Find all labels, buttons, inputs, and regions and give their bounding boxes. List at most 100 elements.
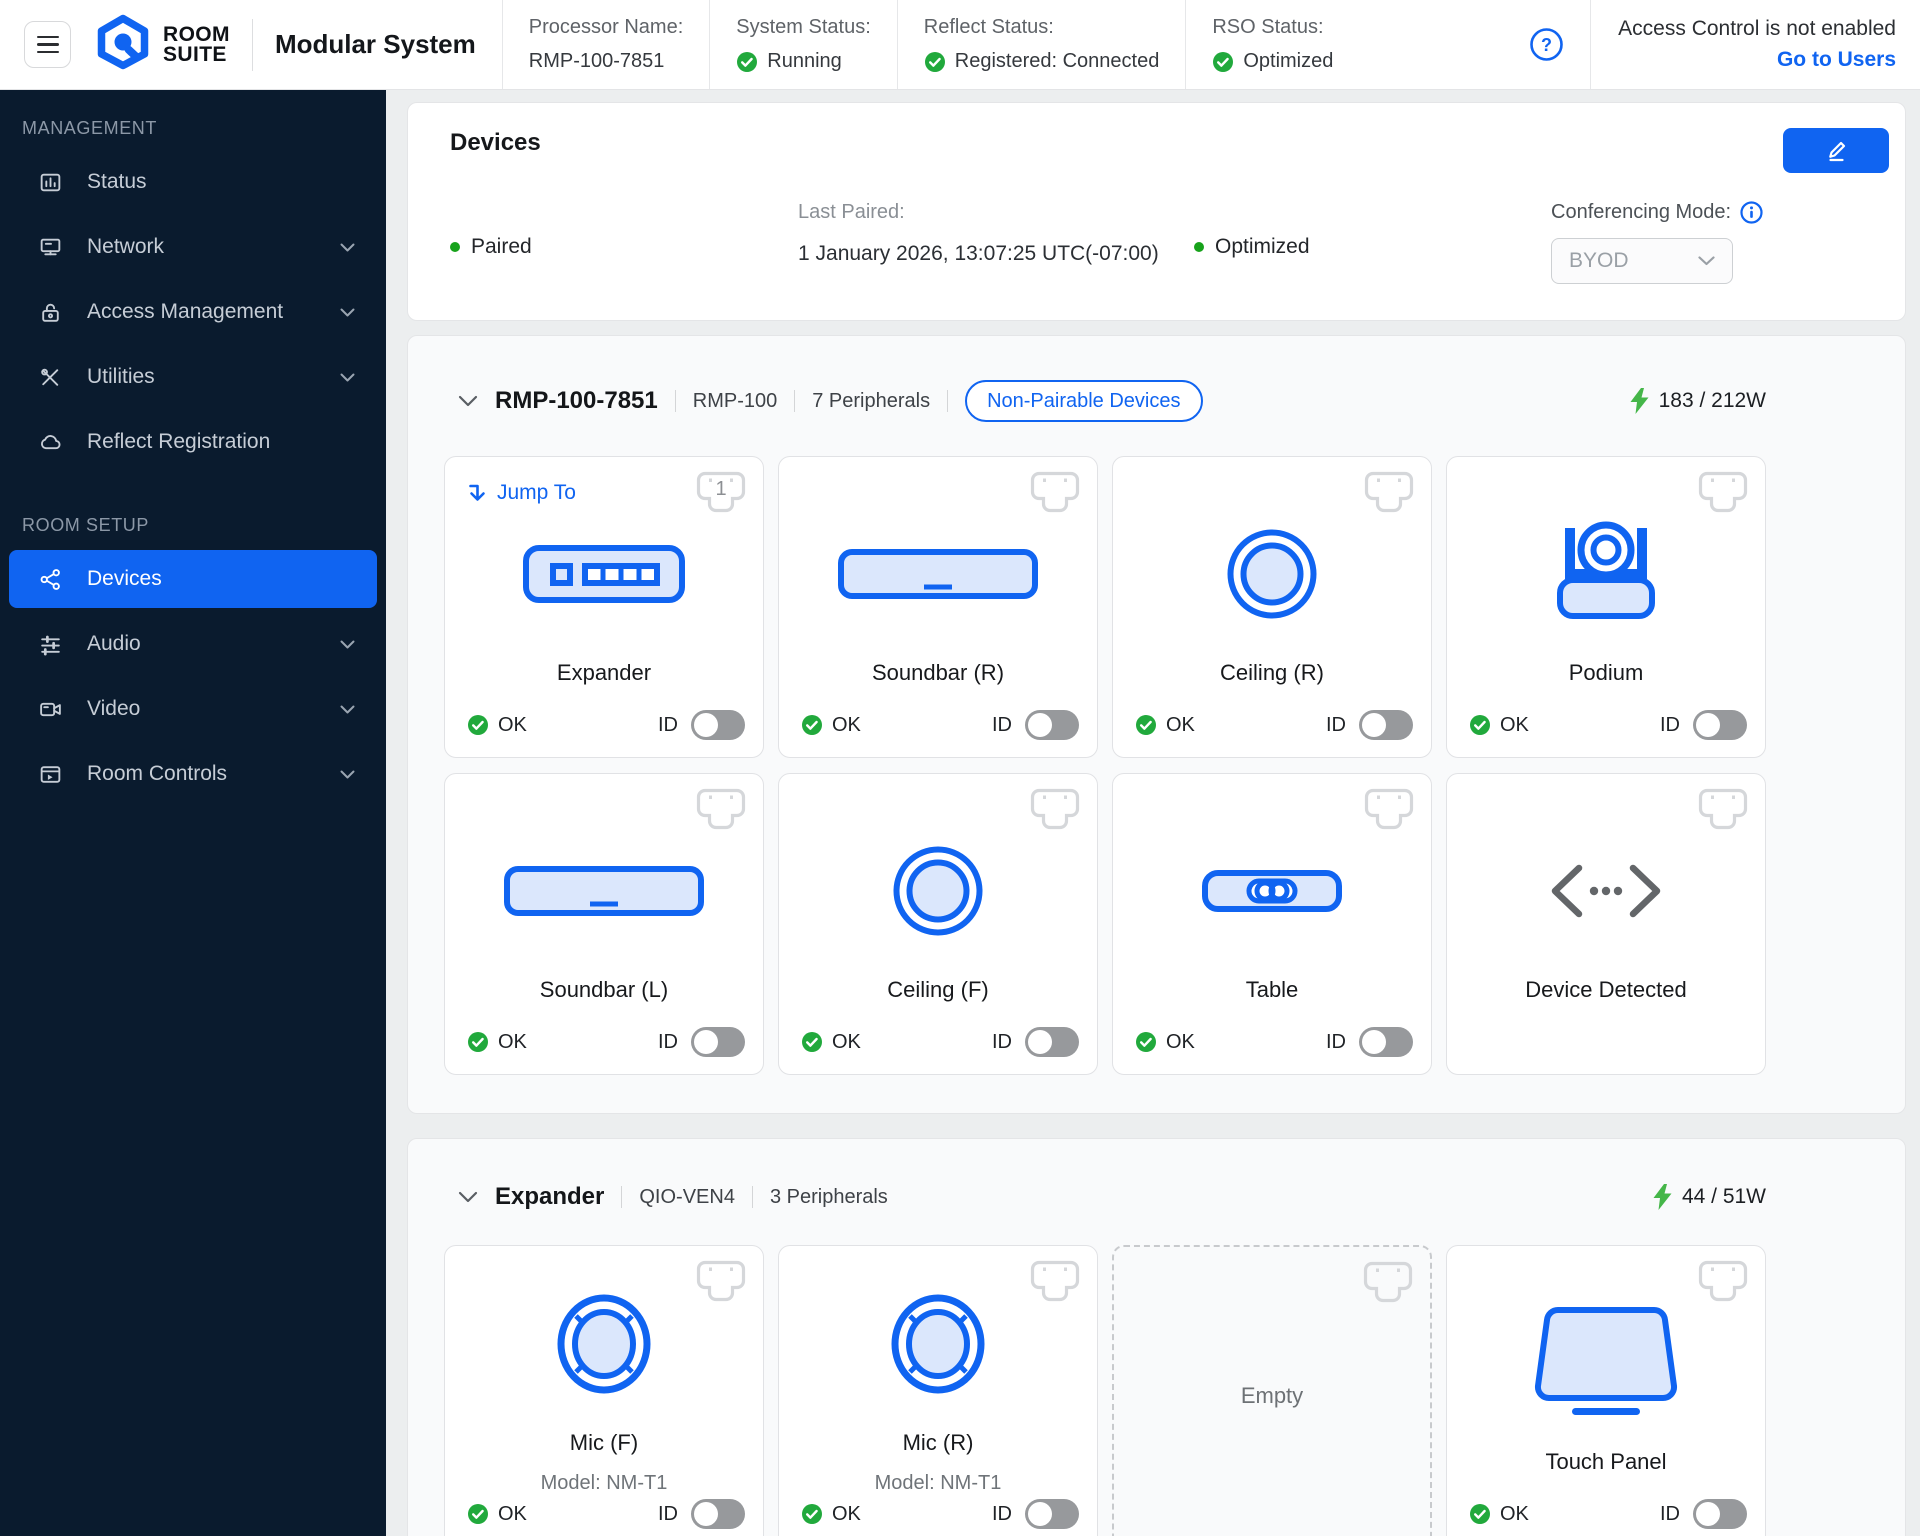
chevron-down-icon [340, 705, 355, 714]
device-card-ceiling-r[interactable]: Ceiling (R) OK ID [1112, 456, 1432, 758]
device-name: Touch Panel [1545, 1449, 1667, 1474]
collapse-chevron-icon[interactable] [458, 395, 478, 407]
optimized-status: Optimized [1194, 201, 1551, 284]
sidebar-item-network[interactable]: Network [9, 218, 377, 276]
device-detected-icon [1545, 835, 1667, 947]
check-circle-icon [801, 714, 823, 736]
id-toggle[interactable] [1359, 710, 1413, 740]
device-card-ceiling-f[interactable]: Ceiling (F) OK ID [778, 773, 1098, 1075]
last-paired-label: Last Paired: [798, 201, 905, 223]
device-card-mic-r[interactable]: Mic (R) Model: NM-T1 OK ID [778, 1245, 1098, 1536]
port-icon [1696, 787, 1750, 834]
jump-to-link[interactable]: Jump To [467, 481, 576, 505]
device-card-podium[interactable]: Podium OK ID [1446, 456, 1766, 758]
id-toggle[interactable] [691, 710, 745, 740]
device-slot-empty: Empty [1112, 1245, 1432, 1536]
check-circle-icon [736, 51, 758, 73]
device-card-soundbar-r[interactable]: Soundbar (R) OK ID [778, 456, 1098, 758]
edit-button[interactable] [1783, 128, 1889, 173]
id-label: ID [1660, 1502, 1680, 1525]
device-card-soundbar-l[interactable]: Soundbar (L) OK ID [444, 773, 764, 1075]
device-card-table[interactable]: Table OK ID [1112, 773, 1432, 1075]
app-title: Modular System [274, 29, 476, 59]
port-icon [1361, 1260, 1415, 1307]
device-section-expander: Expander QIO-VEN4 3 Peripherals 44 / 51W Mic… [407, 1138, 1906, 1536]
check-circle-icon [467, 1503, 489, 1525]
section-title: Expander [495, 1183, 605, 1210]
id-toggle[interactable] [1693, 710, 1747, 740]
id-toggle[interactable] [1359, 1027, 1413, 1057]
cloud-icon [38, 430, 65, 455]
sidebar-item-reflect-registration[interactable]: Reflect Registration [9, 413, 377, 471]
room-controls-icon [38, 762, 65, 787]
sidebar-item-devices[interactable]: Devices [9, 550, 377, 608]
info-icon[interactable] [1740, 201, 1763, 224]
device-card-device-detected[interactable]: Device Detected [1446, 773, 1766, 1075]
header-right: ? Access Control is not enabled Go to Us… [1529, 0, 1920, 89]
sidebar-item-audio[interactable]: Audio [9, 615, 377, 673]
header-divider [251, 18, 253, 71]
network-icon [38, 235, 65, 260]
brand-name: ROOM SUITE [163, 22, 230, 66]
device-model: Model: NM-T1 [874, 1471, 1002, 1494]
tools-icon [38, 365, 65, 390]
sidebar-heading-management: MANAGEMENT [22, 118, 158, 138]
ptz-camera-icon [1545, 518, 1667, 630]
port-icon [1362, 787, 1416, 834]
check-circle-icon [1469, 1503, 1491, 1525]
check-circle-icon [801, 1503, 823, 1525]
id-toggle[interactable] [691, 1499, 745, 1529]
device-status: OK [801, 1031, 861, 1054]
access-control-message: Access Control is not enabled [1618, 17, 1896, 40]
help-icon[interactable]: ? [1529, 27, 1564, 62]
port-icon [1028, 470, 1082, 517]
status-cell-rso-status: RSO Status: Optimized [1185, 0, 1359, 89]
device-card-touch-panel[interactable]: Touch Panel OK ID [1446, 1245, 1766, 1536]
roomsuite-logo-icon [95, 14, 151, 75]
ceiling-mic-icon [892, 835, 984, 947]
last-paired-value: 1 January 2026, 13:07:25 UTC(-07:00) [798, 242, 1159, 265]
collapse-chevron-icon[interactable] [458, 1191, 478, 1203]
sidebar-item-status[interactable]: Status [9, 153, 377, 211]
id-label: ID [1660, 713, 1680, 736]
id-toggle[interactable] [1025, 1499, 1079, 1529]
device-status: OK [1469, 714, 1529, 737]
sliders-icon [38, 632, 65, 657]
section-model: QIO-VEN4 [639, 1185, 735, 1208]
device-name: Podium [1568, 660, 1644, 685]
hamburger-menu-button[interactable] [24, 21, 71, 68]
id-toggle[interactable] [1025, 1027, 1079, 1057]
device-status: OK [801, 714, 861, 737]
device-name: Soundbar (R) [871, 660, 1005, 685]
video-camera-icon [38, 697, 65, 722]
device-name: Mic (R) [902, 1429, 974, 1455]
expander-icon [523, 518, 685, 630]
id-toggle[interactable] [691, 1027, 745, 1057]
port-icon [694, 787, 748, 834]
device-card-mic-f[interactable]: Mic (F) Model: NM-T1 OK ID [444, 1245, 764, 1536]
id-toggle[interactable] [1693, 1499, 1747, 1529]
top-header: ROOM SUITE Modular System Processor Name… [0, 0, 1920, 90]
non-pairable-devices-button[interactable]: Non-Pairable Devices [965, 380, 1203, 422]
id-toggle[interactable] [1025, 710, 1079, 740]
device-card-expander[interactable]: 1 Jump To Expander OK ID [444, 456, 764, 758]
port-icon [1696, 470, 1750, 517]
sidebar-item-room-controls[interactable]: Room Controls [9, 745, 377, 803]
section-peripherals: 7 Peripherals [812, 389, 931, 412]
mic-icon [556, 1288, 652, 1400]
touch-panel-icon [1518, 1306, 1694, 1419]
sidebar-item-video[interactable]: Video [9, 680, 377, 738]
devices-summary-panel: Devices Paired Last Paired: 1 January 20… [407, 102, 1906, 321]
id-label: ID [992, 713, 1012, 736]
device-status: OK [801, 1503, 861, 1526]
conferencing-mode-select[interactable]: BYOD [1551, 238, 1733, 284]
power-usage: 44 / 51W [1653, 1184, 1766, 1210]
go-to-users-link[interactable]: Go to Users [1777, 48, 1896, 72]
sidebar-item-access-management[interactable]: Access Management [9, 283, 377, 341]
status-cell-system-status: System Status: Running [709, 0, 897, 89]
soundbar-icon [504, 835, 704, 947]
devices-summary-row: Paired Last Paired: 1 January 2026, 13:0… [450, 201, 1873, 284]
device-status: OK [1469, 1503, 1529, 1526]
sidebar-item-utilities[interactable]: Utilities [9, 348, 377, 406]
id-label: ID [658, 713, 678, 736]
